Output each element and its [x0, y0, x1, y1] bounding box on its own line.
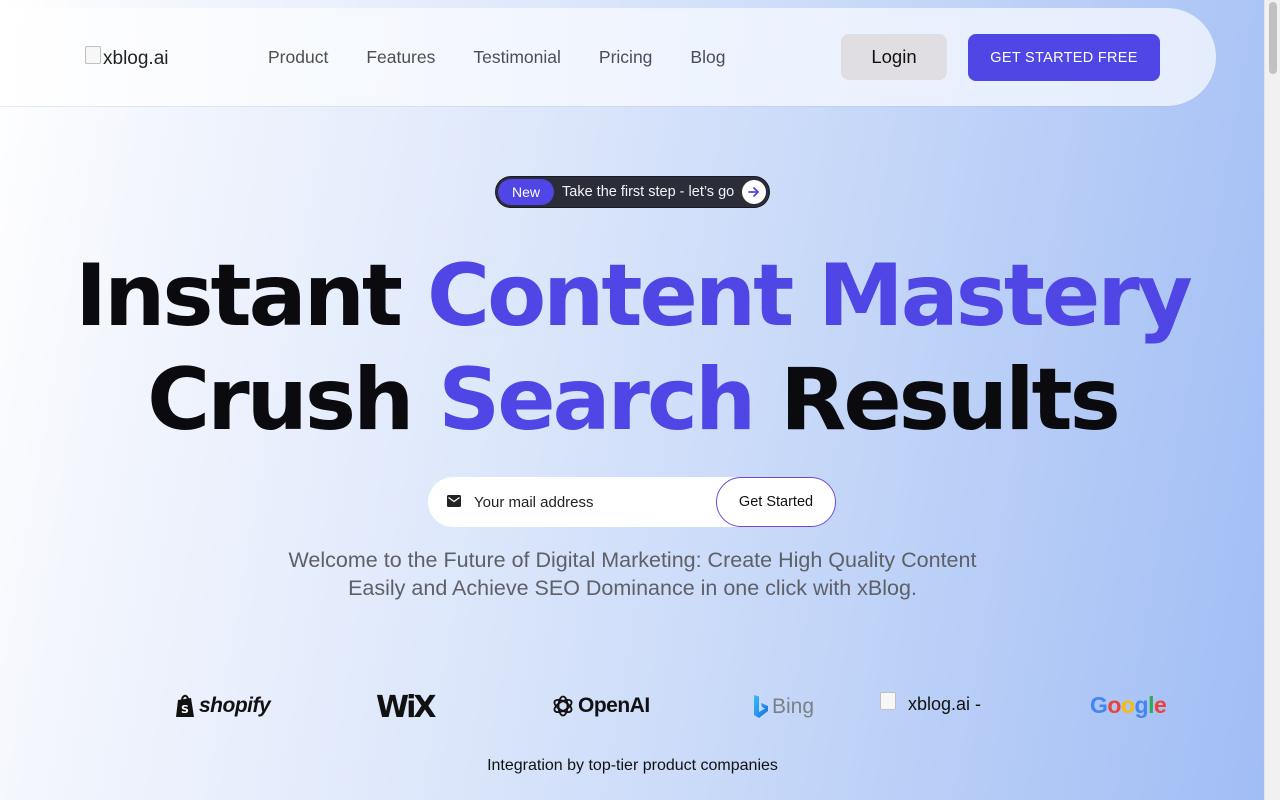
nav-link-features[interactable]: Features	[366, 47, 435, 68]
shopify-logo: S shopify	[175, 693, 271, 719]
subtitle-line-1: Welcome to the Future of Digital Marketi…	[288, 548, 977, 572]
headline-line-1: Instant Content Mastery	[0, 253, 1265, 339]
get-started-button[interactable]: Get Started	[716, 477, 836, 527]
headline-plain: Crush	[147, 350, 439, 450]
openai-knot-icon	[553, 695, 573, 717]
headline-line-2: Crush Search Results	[0, 357, 1265, 443]
subtitle-line-2: Easily and Achieve SEO Dominance in one …	[348, 576, 917, 600]
badge-text: Take the first step - let’s go	[562, 184, 735, 200]
integration-caption: Integration by top-tier product companie…	[487, 757, 778, 774]
openai-wordmark: OpenAI	[578, 694, 650, 717]
login-button[interactable]: Login	[841, 34, 947, 80]
xblog-logo: xblog.ai -	[880, 691, 982, 715]
nav-link-blog[interactable]: Blog	[690, 47, 725, 68]
shopify-wordmark: shopify	[199, 694, 271, 717]
xblog-alt-text: xblog.ai -	[908, 694, 982, 714]
headline-plain: Instant	[75, 246, 427, 346]
bing-b-icon	[754, 695, 768, 718]
headline-accent: Search	[438, 350, 756, 450]
page-scrollbar[interactable]	[1264, 0, 1280, 800]
get-started-free-button[interactable]: GET STARTED FREE	[968, 34, 1160, 81]
hero-subtitle: Welcome to the Future of Digital Marketi…	[240, 546, 1025, 602]
logo-alt-text: xblog.ai	[103, 48, 169, 69]
bing-wordmark: Bing	[772, 695, 815, 718]
nav-link-testimonial[interactable]: Testimonial	[473, 47, 561, 68]
email-input[interactable]	[474, 490, 704, 514]
wix-logo: WiX	[376, 690, 436, 725]
nav-link-product[interactable]: Product	[268, 47, 328, 68]
google-wordmark: Google	[1090, 692, 1167, 718]
broken-image-icon	[85, 46, 101, 64]
svg-text:S: S	[181, 703, 189, 716]
shopify-bag-icon: S	[176, 694, 194, 717]
scrollbar-thumb[interactable]	[1269, 2, 1277, 74]
broken-image-icon	[880, 691, 896, 710]
email-signup-form: Get Started	[428, 477, 836, 527]
nav-links: Product Features Testimonial Pricing Blo…	[268, 47, 725, 68]
site-logo[interactable]: xblog.ai	[85, 46, 169, 70]
announcement-badge[interactable]: New Take the first step - let’s go	[495, 176, 770, 208]
arrow-right-icon[interactable]	[742, 180, 766, 204]
headline-plain: Results	[753, 350, 1121, 450]
openai-logo: OpenAI	[551, 694, 650, 718]
wix-wordmark: WiX	[376, 690, 436, 725]
new-tag: New	[498, 179, 555, 205]
mail-icon	[447, 495, 461, 507]
headline-accent: Content Mastery	[426, 246, 1193, 346]
bing-logo: Bing	[753, 694, 814, 720]
google-logo: Google	[1090, 692, 1167, 719]
nav-link-pricing[interactable]: Pricing	[599, 47, 653, 68]
